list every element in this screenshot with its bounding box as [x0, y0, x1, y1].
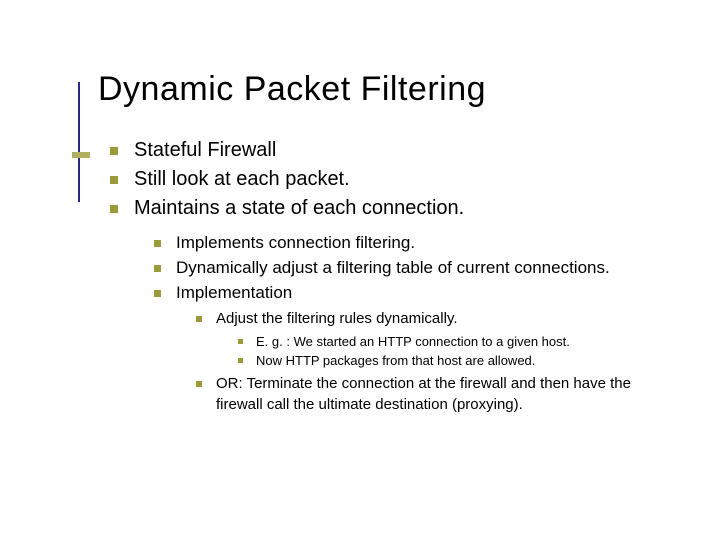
accent-tick [72, 152, 90, 158]
list-item: OR: Terminate the connection at the fire… [196, 374, 680, 415]
square-bullet-icon [154, 265, 161, 272]
square-bullet-icon [196, 381, 202, 387]
list-item-text: Stateful Firewall [134, 139, 276, 161]
list-item-text: OR: Terminate the connection at the fire… [216, 375, 631, 412]
list-item: Now HTTP packages from that host are all… [238, 352, 680, 370]
slide-title: Dynamic Packet Filtering [98, 70, 680, 109]
square-bullet-icon [110, 147, 118, 155]
list-item-text: E. g. : We started an HTTP connection to… [256, 334, 570, 349]
bullet-list-level4: E. g. : We started an HTTP connection to… [238, 333, 680, 370]
list-item-text: Adjust the filtering rules dynamically. [216, 310, 458, 327]
list-item-text: Implementation [176, 283, 292, 302]
list-item: Dynamically adjust a filtering table of … [154, 257, 680, 280]
list-item: E. g. : We started an HTTP connection to… [238, 333, 680, 351]
square-bullet-icon [196, 316, 202, 322]
square-bullet-icon [154, 290, 161, 297]
list-item-text: Now HTTP packages from that host are all… [256, 353, 535, 368]
square-bullet-icon [238, 339, 243, 344]
list-item-text: Maintains a state of each connection. [134, 197, 464, 219]
list-item: Implementation Adjust the filtering rule… [154, 282, 680, 415]
list-item: Stateful Firewall [110, 137, 680, 164]
square-bullet-icon [110, 176, 118, 184]
bullet-list-level1: Stateful Firewall Still look at each pac… [110, 137, 680, 415]
accent-bar [78, 82, 80, 202]
square-bullet-icon [154, 240, 161, 247]
square-bullet-icon [238, 358, 243, 363]
bullet-list-level3: Adjust the filtering rules dynamically. … [196, 309, 680, 415]
slide: Dynamic Packet Filtering Stateful Firewa… [0, 0, 720, 461]
list-item: Still look at each packet. [110, 166, 680, 193]
bullet-list-level2: Implements connection filtering. Dynamic… [154, 232, 680, 415]
list-item-text: Still look at each packet. [134, 168, 350, 190]
list-item: Maintains a state of each connection. Im… [110, 195, 680, 415]
list-item: Implements connection filtering. [154, 232, 680, 255]
list-item-text: Implements connection filtering. [176, 233, 415, 252]
list-item: Adjust the filtering rules dynamically. … [196, 309, 680, 371]
list-item-text: Dynamically adjust a filtering table of … [176, 258, 610, 277]
square-bullet-icon [110, 205, 118, 213]
